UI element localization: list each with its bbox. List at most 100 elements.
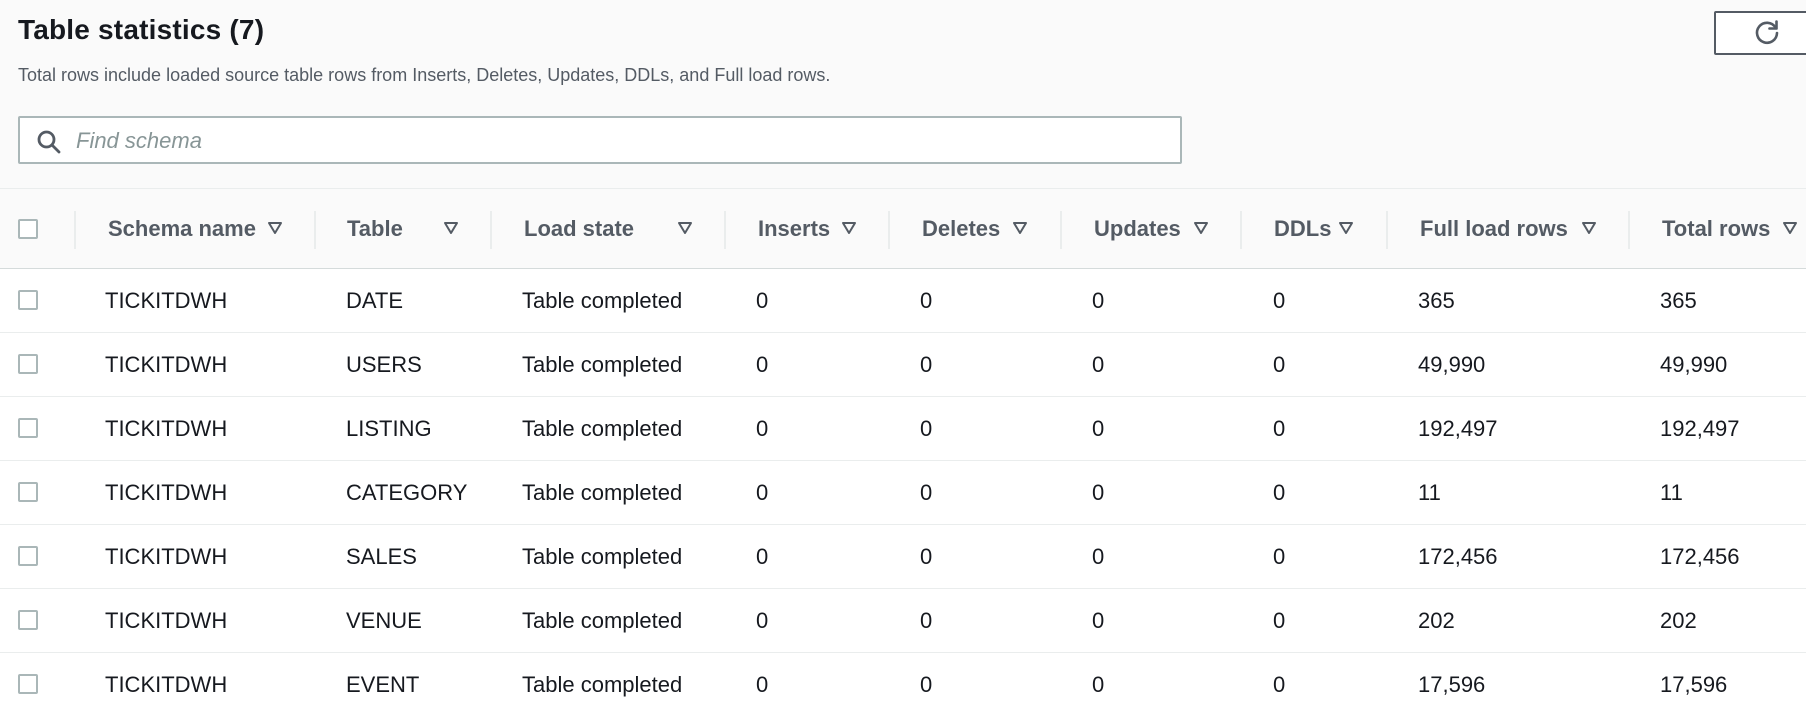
column-divider (74, 211, 76, 249)
cell-updates: 0 (1092, 671, 1105, 697)
column-header-inserts[interactable]: Inserts (758, 189, 830, 268)
cell-total-rows: 365 (1660, 287, 1697, 313)
cell-total-rows: 202 (1660, 607, 1697, 633)
cell-load-state: Table completed (522, 671, 683, 697)
cell-ddls: 0 (1273, 671, 1286, 697)
table-row[interactable]: TICKITDWH SALES Table completed 0 0 0 0 172,456… (0, 525, 1806, 589)
column-divider (724, 211, 726, 249)
cell-ddls: 0 (1273, 607, 1286, 633)
column-header-schema-name[interactable]: Schema name (108, 189, 256, 268)
cell-inserts: 0 (756, 671, 769, 697)
table-row[interactable]: TICKITDWH CATEGORY Table completed 0 0 0 0 11 11 (0, 461, 1806, 525)
cell-table: SALES (346, 543, 417, 569)
search-icon (37, 130, 61, 154)
row-select-checkbox[interactable] (18, 290, 38, 310)
cell-schema-name: TICKITDWH (105, 479, 228, 505)
row-select-checkbox[interactable] (18, 610, 38, 630)
cell-deletes: 0 (920, 607, 933, 633)
caret-down-icon[interactable] (677, 221, 693, 235)
cell-full-load-rows: 17,596 (1418, 671, 1486, 697)
cell-total-rows: 49,990 (1660, 351, 1728, 377)
table-header-row: Schema name Table Load state Inserts Del… (0, 189, 1806, 269)
column-header-table[interactable]: Table (347, 189, 403, 268)
cell-table: LISTING (346, 415, 432, 441)
row-select-checkbox[interactable] (18, 418, 38, 438)
column-divider (1060, 211, 1062, 249)
search-field[interactable] (18, 116, 1182, 164)
cell-load-state: Table completed (522, 543, 683, 569)
cell-table: VENUE (346, 607, 422, 633)
row-select-checkbox[interactable] (18, 546, 38, 566)
cell-schema-name: TICKITDWH (105, 671, 228, 697)
caret-down-icon[interactable] (1782, 221, 1798, 235)
column-header-updates[interactable]: Updates (1094, 189, 1181, 268)
cell-deletes: 0 (920, 415, 933, 441)
table-header-panel: Table statistics (7) Total rows include … (0, 0, 1806, 188)
cell-inserts: 0 (756, 543, 769, 569)
row-select-checkbox[interactable] (18, 674, 38, 694)
cell-inserts: 0 (756, 287, 769, 313)
caret-down-icon[interactable] (1581, 221, 1597, 235)
search-input[interactable] (74, 118, 1178, 164)
cell-updates: 0 (1092, 415, 1105, 441)
cell-inserts: 0 (756, 351, 769, 377)
column-divider (1386, 211, 1388, 249)
column-divider (314, 211, 316, 249)
refresh-icon (1755, 20, 1779, 45)
column-divider (1628, 211, 1630, 249)
row-select-checkbox[interactable] (18, 354, 38, 374)
caret-down-icon[interactable] (1193, 221, 1209, 235)
column-header-load-state[interactable]: Load state (524, 189, 634, 268)
cell-updates: 0 (1092, 479, 1105, 505)
column-header-deletes[interactable]: Deletes (922, 189, 1000, 268)
row-select-checkbox[interactable] (18, 482, 38, 502)
table-row[interactable]: TICKITDWH EVENT Table completed 0 0 0 0 17,596 1… (0, 653, 1806, 709)
page-description: Total rows include loaded source table r… (18, 65, 831, 85)
column-header-total-rows[interactable]: Total rows (1662, 189, 1770, 268)
cell-updates: 0 (1092, 351, 1105, 377)
cell-deletes: 0 (920, 671, 933, 697)
caret-down-icon[interactable] (443, 221, 459, 235)
cell-schema-name: TICKITDWH (105, 351, 228, 377)
column-header-ddls[interactable]: DDLs (1274, 189, 1331, 268)
cell-ddls: 0 (1273, 415, 1286, 441)
cell-full-load-rows: 365 (1418, 287, 1455, 313)
caret-down-icon[interactable] (841, 221, 857, 235)
cell-full-load-rows: 172,456 (1418, 543, 1498, 569)
column-header-full-load-rows[interactable]: Full load rows (1420, 189, 1568, 268)
table-row[interactable]: TICKITDWH USERS Table completed 0 0 0 0 49,990 4… (0, 333, 1806, 397)
cell-total-rows: 192,497 (1660, 415, 1740, 441)
cell-full-load-rows: 192,497 (1418, 415, 1498, 441)
statistics-table: Schema name Table Load state Inserts Del… (0, 188, 1806, 709)
cell-deletes: 0 (920, 351, 933, 377)
cell-ddls: 0 (1273, 543, 1286, 569)
cell-ddls: 0 (1273, 351, 1286, 377)
cell-table: USERS (346, 351, 422, 377)
cell-load-state: Table completed (522, 607, 683, 633)
cell-deletes: 0 (920, 543, 933, 569)
cell-full-load-rows: 11 (1418, 479, 1441, 505)
column-divider (1240, 211, 1242, 249)
cell-load-state: Table completed (522, 415, 683, 441)
cell-schema-name: TICKITDWH (105, 543, 228, 569)
table-row[interactable]: TICKITDWH VENUE Table completed 0 0 0 0 202 202 (0, 589, 1806, 653)
caret-down-icon[interactable] (267, 221, 283, 235)
cell-load-state: Table completed (522, 287, 683, 313)
cell-table: CATEGORY (346, 479, 468, 505)
cell-total-rows: 17,596 (1660, 671, 1728, 697)
caret-down-icon[interactable] (1012, 221, 1028, 235)
cell-table: EVENT (346, 671, 420, 697)
select-all-checkbox[interactable] (18, 219, 38, 239)
cell-total-rows: 11 (1660, 479, 1683, 505)
page-title: Table statistics (7) (18, 14, 265, 45)
cell-updates: 0 (1092, 287, 1105, 313)
refresh-button[interactable] (1714, 11, 1806, 55)
cell-ddls: 0 (1273, 479, 1286, 505)
cell-schema-name: TICKITDWH (105, 287, 228, 313)
cell-inserts: 0 (756, 479, 769, 505)
table-row[interactable]: TICKITDWH LISTING Table completed 0 0 0 0 192,4… (0, 397, 1806, 461)
cell-full-load-rows: 202 (1418, 607, 1455, 633)
cell-table: DATE (346, 287, 404, 313)
table-row[interactable]: TICKITDWH DATE Table completed 0 0 0 0 365 365 (0, 269, 1806, 333)
caret-down-icon[interactable] (1338, 221, 1354, 235)
